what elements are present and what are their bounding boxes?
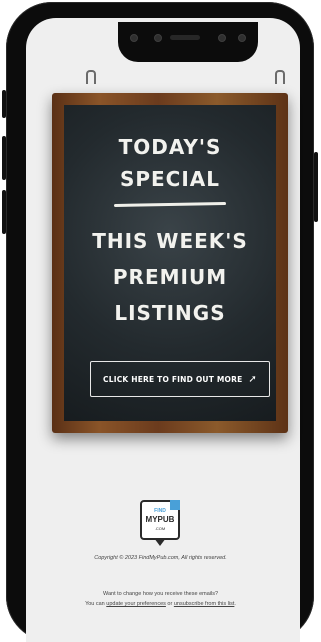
chalkboard: TODAY'S SPECIAL THIS WEEK'S PREMIUM LIST… bbox=[64, 105, 276, 421]
update-preferences-link[interactable]: update your preferences bbox=[106, 601, 166, 607]
headline-listings: LISTINGS bbox=[114, 301, 226, 325]
phone-volume-up bbox=[2, 136, 6, 180]
headline-todays: TODAY'S bbox=[118, 135, 222, 159]
chalkboard-sign: TODAY'S SPECIAL THIS WEEK'S PREMIUM LIST… bbox=[52, 93, 288, 433]
arrow-up-right-icon: ➚ bbox=[248, 373, 257, 385]
preferences-line: You can update your preferences or unsub… bbox=[0, 601, 321, 607]
copyright-text: Copyright © 2023 FindMyPub.com, All righ… bbox=[94, 555, 227, 561]
prefs-suffix: . bbox=[234, 601, 236, 607]
logo-text-find: FIND bbox=[154, 508, 166, 514]
phone-notch bbox=[118, 22, 258, 62]
sign-hook-left bbox=[86, 70, 96, 84]
sign-hook-right bbox=[275, 70, 285, 84]
headline-premium: PREMIUM bbox=[112, 265, 228, 289]
speaker-grille bbox=[170, 35, 200, 40]
prefs-middle: or bbox=[165, 601, 174, 607]
cta-label: CLICK HERE TO FIND OUT MORE bbox=[103, 374, 243, 384]
headline-this-weeks: THIS WEEK'S bbox=[92, 229, 248, 253]
find-out-more-button[interactable]: CLICK HERE TO FIND OUT MORE ➚ bbox=[90, 361, 270, 397]
phone-power-button bbox=[314, 152, 318, 222]
camera-icon bbox=[154, 34, 162, 42]
logo-text-mypub: MYPUB bbox=[145, 515, 175, 524]
sensor-dot bbox=[130, 34, 138, 42]
prefs-prefix: You can bbox=[85, 601, 107, 607]
logo-text-com: .COM bbox=[154, 526, 166, 531]
phone-volume-down bbox=[2, 190, 6, 234]
findmypub-logo[interactable]: FIND MYPUB .COM bbox=[140, 500, 180, 546]
unsubscribe-link[interactable]: unsubscribe from this list bbox=[174, 601, 235, 607]
phone-mute-switch bbox=[2, 90, 6, 118]
chalk-underline bbox=[113, 202, 227, 207]
sensor-dot bbox=[238, 34, 246, 42]
headline-special: SPECIAL bbox=[119, 167, 221, 191]
sensor-dot bbox=[218, 34, 226, 42]
change-emails-text: Want to change how you receive these ema… bbox=[102, 591, 219, 597]
